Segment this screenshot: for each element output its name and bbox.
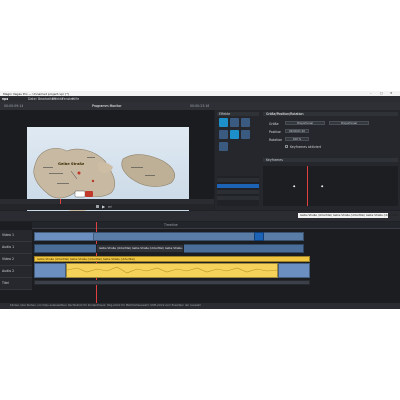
status-text: Klicken oder Ziehen, um Clips auszuwähle…	[10, 304, 201, 307]
video-clip-selected[interactable]	[254, 232, 264, 241]
video-editor-window: Magix Vegas Pro — Unnamed project.vpr (*…	[0, 91, 400, 309]
timeline-toolbar: Gelbe Straße (Untertitel) Gelbe Straße (…	[0, 211, 400, 221]
main-toolbar: 00:00:09:14 Programm Monitor 00:00:23:16…	[0, 102, 400, 119]
title-clip[interactable]: Gelbe Straße (Untertitel) Gelbe Straße (…	[34, 256, 310, 262]
waveform-icon	[67, 266, 277, 274]
preview-panel: Gelbe Straße ▶ ⏭	[0, 110, 214, 217]
effect-list	[217, 176, 259, 206]
window-title: Magix Vegas Pro — Unnamed project.vpr (*…	[3, 91, 70, 96]
audio-clip[interactable]	[66, 263, 278, 278]
video-clip[interactable]	[34, 232, 94, 241]
keyframe-marker[interactable]: ◆	[293, 184, 295, 188]
ruler-label: Timeline	[164, 223, 178, 227]
list-item[interactable]	[217, 190, 259, 194]
transport-controls: ▶ ⏭	[0, 204, 214, 210]
menu-item-help[interactable]: Hilfe	[72, 97, 79, 101]
rotation-field[interactable]: 100 %	[285, 137, 309, 141]
field-label-rotation: Rotation	[269, 138, 283, 142]
properties-title: Größe/Position/Rotation	[266, 112, 304, 117]
transition-effect-icon[interactable]	[241, 118, 250, 127]
timeline-ruler[interactable]: Timeline	[32, 222, 400, 229]
stabilize-effect-icon[interactable]	[219, 142, 228, 151]
track-header-title[interactable]: Titel	[0, 278, 32, 290]
color-effect-icon[interactable]	[230, 118, 239, 127]
timeline-search[interactable]: Gelbe Straße (Untertitel) Gelbe Straße (…	[298, 213, 398, 218]
audio-track-empty[interactable]	[34, 280, 310, 285]
track-header-audio-2[interactable]: Audio 2	[0, 266, 32, 278]
track-header-video-1[interactable]: Video 1	[0, 230, 32, 242]
list-item[interactable]	[217, 196, 259, 200]
video-clip-dark[interactable]: Gelbe Straße (Untertitel) Gelbe Straße (…	[96, 244, 184, 253]
preview-title: Programm Monitor	[92, 103, 122, 108]
maximize-button[interactable]: □	[380, 91, 383, 95]
close-button[interactable]: ✕	[390, 91, 393, 95]
next-frame-icon[interactable]: ⏭	[108, 204, 112, 209]
keyframe-playhead[interactable]	[307, 166, 308, 206]
list-item-selected[interactable]	[217, 184, 259, 188]
keyframes-header: Keyframes	[263, 158, 398, 162]
track-header-video-2[interactable]: Video 2	[0, 254, 32, 266]
properties-header: Größe/Position/Rotation	[263, 112, 398, 116]
brand-logo: vpx	[2, 97, 9, 101]
timeline: Timeline Video 1 Audio 1 Video 2 Audio 2…	[0, 222, 400, 309]
video-effect-icon[interactable]	[219, 118, 228, 127]
keyframes-checkbox-label: Keyframes aktiviert	[290, 145, 322, 149]
play-icon[interactable]: ▶	[102, 204, 105, 209]
status-bar: Klicken oder Ziehen, um Clips auszuwähle…	[0, 303, 400, 309]
position-effect-icon[interactable]	[230, 130, 239, 139]
track-header-audio-1[interactable]: Audio 1	[0, 242, 32, 254]
keyframe-area[interactable]: ◆ ◆	[263, 166, 398, 206]
position-field[interactable]: 00:00:01:10	[285, 129, 309, 133]
audio-effect-icon[interactable]	[241, 130, 250, 139]
effects-header: Effekte	[217, 112, 259, 116]
image-clip[interactable]	[278, 263, 310, 278]
size-x-field[interactable]: Proportional	[285, 121, 325, 125]
stop-icon[interactable]	[96, 205, 99, 208]
effects-panel: Effekte Größe/Position/Rotation Größe Pr…	[215, 110, 400, 210]
field-label-position: Position	[269, 130, 282, 134]
keyframe-marker[interactable]: ◆	[321, 184, 323, 188]
preview-timecode: 00:00:09:14	[4, 103, 24, 108]
map-label: Gelbe Straße	[58, 162, 85, 166]
image-clip[interactable]	[34, 263, 66, 278]
keyframes-checkbox[interactable]	[285, 145, 288, 148]
menu-item-file[interactable]: Datei	[28, 97, 37, 101]
minimize-button[interactable]: –	[370, 91, 372, 95]
field-label-size: Größe	[269, 122, 279, 126]
size-y-field[interactable]: Proportional	[329, 121, 369, 125]
preview-duration: 00:00:23:16	[190, 103, 210, 108]
list-item[interactable]	[217, 178, 259, 182]
title-effect-icon[interactable]	[219, 130, 228, 139]
